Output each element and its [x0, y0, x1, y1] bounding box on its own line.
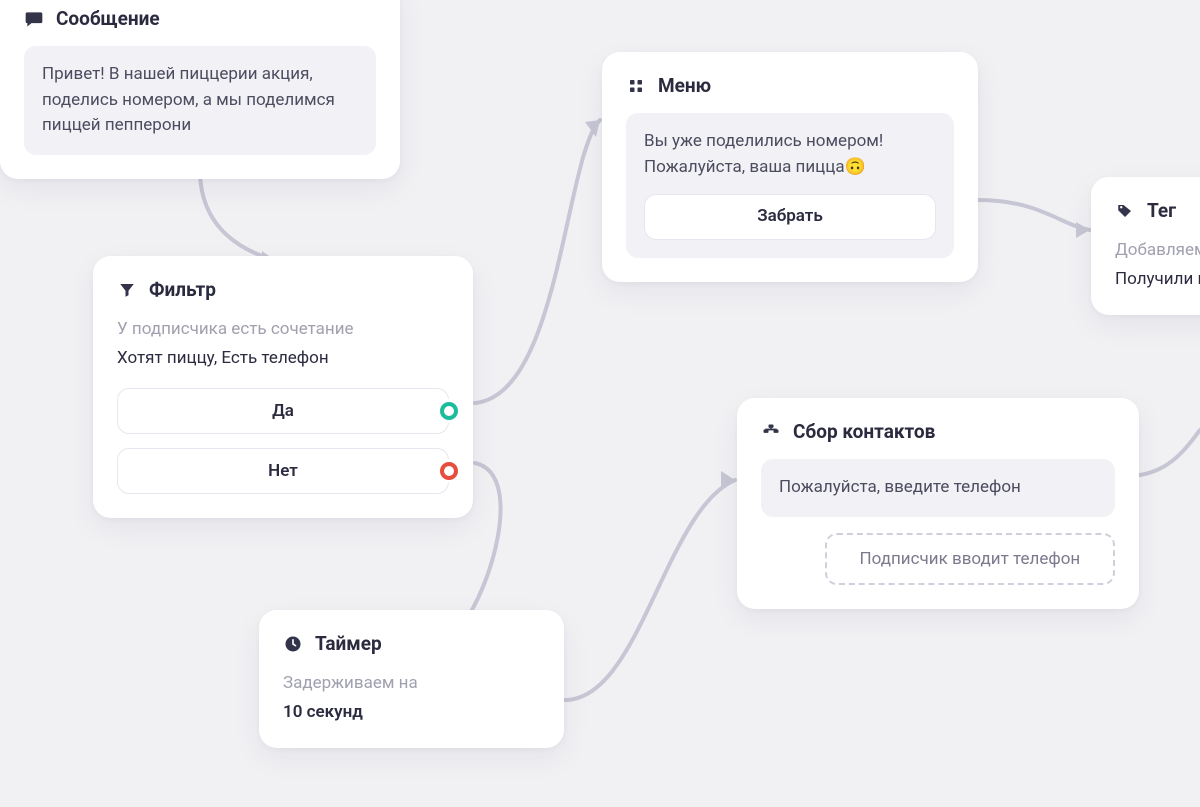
form-icon [761, 422, 781, 442]
node-contacts[interactable]: Сбор контактов Пожалуйста, введите телеф… [737, 398, 1139, 609]
timer-title: Таймер [315, 632, 382, 655]
menu-title: Меню [658, 74, 711, 97]
tag-value: Получили пи [1115, 267, 1200, 292]
node-filter[interactable]: Фильтр У подписчика есть сочетание Хотят… [93, 256, 473, 518]
node-message[interactable]: Сообщение Привет! В нашей пиццерии акция… [0, 0, 400, 179]
timer-subtitle: Задерживаем на [283, 671, 540, 696]
filter-subtitle: У подписчика есть сочетание [117, 317, 449, 342]
tag-subtitle: Добавляем [1115, 238, 1200, 263]
menu-take-button[interactable]: Забрать [644, 194, 936, 240]
grid-icon [626, 76, 646, 96]
node-tag[interactable]: Тег Добавляем Получили пи [1091, 177, 1200, 315]
message-body: Привет! В нашей пиццерии акция, поделись… [24, 46, 376, 155]
node-menu[interactable]: Меню Вы уже поделились номером! Пожалуйс… [602, 52, 978, 282]
contacts-title: Сбор контактов [793, 420, 935, 443]
menu-take-label: Забрать [757, 204, 823, 230]
contacts-input-placeholder[interactable]: Подписчик вводит телефон [825, 533, 1115, 585]
filter-yes-label: Да [272, 401, 294, 421]
filter-yes-button[interactable]: Да [117, 388, 449, 434]
tag-icon [1115, 201, 1135, 221]
message-title: Сообщение [56, 7, 160, 30]
timer-value: 10 секунд [283, 700, 540, 725]
filter-no-label: Нет [268, 461, 298, 481]
contacts-prompt: Пожалуйста, введите телефон [761, 459, 1115, 517]
filter-title: Фильтр [149, 278, 216, 301]
filter-no-button[interactable]: Нет [117, 448, 449, 494]
port-no[interactable] [440, 462, 458, 480]
flow-canvas[interactable]: Сообщение Привет! В нашей пиццерии акция… [0, 0, 1200, 807]
filter-condition: Хотят пиццу, Есть телефон [117, 346, 449, 371]
menu-bubble: Вы уже поделились номером! Пожалуйста, в… [626, 113, 954, 258]
node-timer[interactable]: Таймер Задерживаем на 10 секунд [259, 610, 564, 748]
message-icon [24, 9, 44, 29]
clock-icon [283, 634, 303, 654]
port-yes[interactable] [440, 402, 458, 420]
filter-icon [117, 280, 137, 300]
tag-title: Тег [1147, 199, 1176, 222]
menu-text: Вы уже поделились номером! Пожалуйста, в… [644, 129, 936, 180]
